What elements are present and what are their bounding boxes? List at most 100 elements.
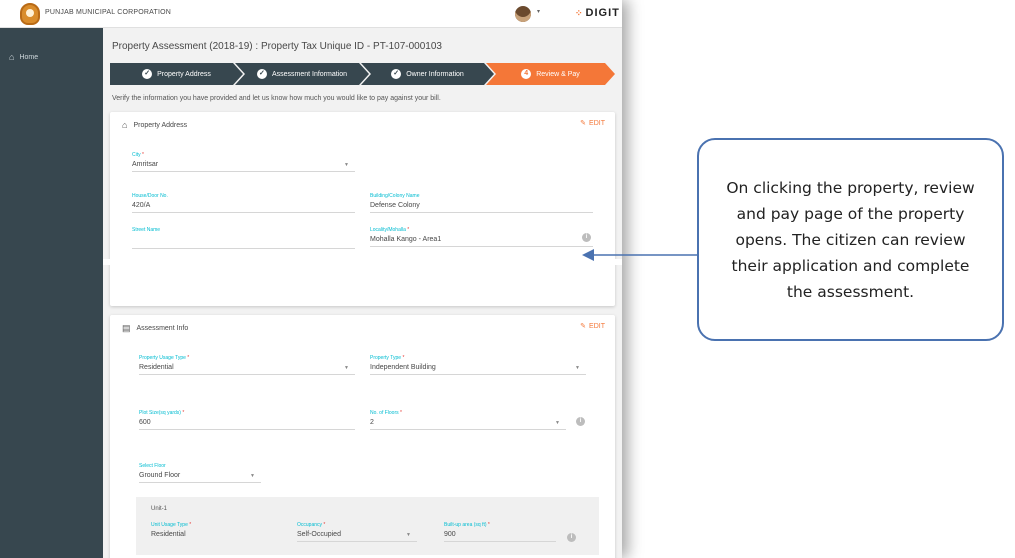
card-header: ⌂ Property Address: [122, 120, 187, 130]
emblem-logo: [20, 3, 40, 25]
label-text: Unit Usage Type: [151, 522, 188, 528]
value-text: Ground Floor: [139, 472, 181, 479]
digit-mark-icon: ⁘: [575, 8, 584, 18]
info-icon[interactable]: i: [576, 417, 585, 426]
user-avatar[interactable]: [515, 6, 531, 22]
edit-property-address-button[interactable]: ✎ EDIT: [580, 119, 605, 128]
field-value: Defense Colony: [370, 202, 593, 213]
field-label: Select Floor: [139, 463, 166, 469]
check-icon: ✓: [142, 69, 152, 79]
field-label: House/Door No.: [132, 193, 168, 199]
property-address-card: ⌂ Property Address ✎ EDIT City * Amritsa…: [110, 112, 615, 306]
field-value: 900: [444, 531, 556, 542]
card-title: Assessment Info: [136, 325, 189, 332]
field-label: Building/Colony Name: [370, 193, 420, 199]
unit-section: Unit-1 Unit Usage Type * Residential Occ…: [136, 497, 599, 555]
callout-box: On clicking the property, review and pay…: [697, 138, 1004, 341]
field-label: Street Name: [132, 227, 161, 233]
field-label: Property Usage Type *: [139, 355, 355, 361]
field-value: Residential ▼: [139, 364, 355, 375]
page-title: Property Assessment (2018-19) : Property…: [112, 41, 442, 52]
field-value: 600: [139, 419, 355, 430]
label-text: No. of Floors: [370, 410, 399, 416]
unit-usage-type-field[interactable]: Unit Usage Type * Residential: [151, 522, 276, 541]
occupancy-field[interactable]: Occupancy * Self-Occupied ▼: [297, 522, 417, 542]
sidebar-item-home[interactable]: ⌂ Home: [9, 52, 38, 62]
pencil-icon: ✎: [580, 323, 587, 330]
field-label: Occupancy *: [297, 522, 417, 528]
dropdown-caret-icon: ▼: [344, 365, 349, 371]
field-value: Mohalla Kango - Area1: [370, 236, 593, 247]
no-of-floors-field[interactable]: No. of Floors * 2 ▼: [370, 410, 566, 430]
step-review-pay[interactable]: 4 Review & Pay: [486, 63, 615, 85]
dropdown-caret-icon: ▼: [250, 473, 255, 479]
built-up-area-field[interactable]: Built-up area (sq ft) * 900: [444, 522, 556, 542]
field-value: Residential: [151, 531, 186, 538]
sidebar: ⌂ Home: [0, 28, 103, 558]
sidebar-item-label: Home: [19, 53, 39, 61]
progress-stepper: ✓ Property Address ✓ Assessment Informat…: [110, 63, 615, 85]
required-mark: *: [182, 410, 185, 416]
field-value: [132, 236, 355, 249]
check-icon: ✓: [257, 69, 267, 79]
required-mark: *: [187, 355, 190, 361]
dropdown-caret-icon: ▼: [344, 162, 349, 168]
main-content: Property Assessment (2018-19) : Property…: [103, 28, 622, 558]
card-header: ▤ Assessment Info: [122, 323, 188, 334]
edit-assessment-info-button[interactable]: ✎ EDIT: [580, 322, 605, 331]
label-text: Plot Size(sq yards): [139, 410, 181, 416]
step-label: Assessment Information: [271, 70, 348, 78]
label-text: Locality/Mohalla: [370, 227, 406, 233]
label-text: Property Type: [370, 355, 402, 361]
plot-size-field[interactable]: Plot Size(sq yards) * 600: [139, 410, 355, 430]
callout-arrow: [582, 249, 698, 261]
field-value: 420/A: [132, 202, 355, 213]
locality-field[interactable]: Locality/Mohalla * Mohalla Kango - Area1: [370, 227, 593, 247]
org-name: PUNJAB MUNICIPAL CORPORATION: [45, 9, 172, 16]
field-value: Independent Building ▼: [370, 364, 586, 375]
clipboard-icon: ▤: [122, 323, 131, 333]
field-value: Ground Floor ▼: [139, 472, 261, 483]
brand-name: DIGIT: [585, 7, 620, 19]
street-name-field[interactable]: Street Name: [132, 227, 355, 249]
label-text: Occupancy: [297, 522, 323, 528]
field-label: Property Type *: [370, 355, 586, 361]
value-text: Amritsar: [132, 161, 159, 168]
select-floor-field[interactable]: Select Floor Ground Floor ▼: [139, 463, 261, 483]
field-value: Amritsar ▼: [132, 161, 355, 172]
screenshot-splice: [103, 259, 622, 265]
building-name-field[interactable]: Building/Colony Name Defense Colony: [370, 193, 593, 213]
pencil-icon: ✎: [580, 120, 587, 127]
digit-logo: ⁘ DIGIT: [575, 7, 620, 19]
assessment-info-card: ▤ Assessment Info ✎ EDIT Property Usage …: [110, 315, 615, 558]
step-property-address[interactable]: ✓ Property Address: [110, 63, 243, 85]
home-icon: ⌂: [9, 52, 15, 62]
dropdown-caret-icon: ▼: [406, 532, 411, 538]
field-label: No. of Floors *: [370, 410, 566, 416]
info-icon[interactable]: i: [567, 533, 576, 542]
label-text: Built-up area (sq ft): [444, 522, 487, 528]
step-assessment-information[interactable]: ✓ Assessment Information: [235, 63, 369, 85]
callout-text: On clicking the property, review and pay…: [726, 178, 975, 301]
chevron-down-icon[interactable]: ▾: [537, 8, 540, 15]
card-title: Property Address: [133, 121, 188, 129]
top-bar: PUNJAB MUNICIPAL CORPORATION ▾ ⁘ DIGIT: [0, 0, 622, 28]
check-icon: ✓: [391, 69, 401, 79]
value-text: Self-Occupied: [297, 531, 341, 538]
step-owner-information[interactable]: ✓ Owner Information: [361, 63, 494, 85]
info-icon[interactable]: i: [582, 233, 591, 242]
field-label: City *: [132, 152, 355, 158]
edit-label: EDIT: [589, 322, 605, 330]
property-type-field[interactable]: Property Type * Independent Building ▼: [370, 355, 586, 375]
value-text: Residential: [139, 364, 174, 371]
property-usage-type-field[interactable]: Property Usage Type * Residential ▼: [139, 355, 355, 375]
field-label: Unit Usage Type *: [151, 522, 276, 528]
edit-label: EDIT: [589, 119, 605, 127]
step-label: Review & Pay: [536, 70, 580, 78]
door-no-field[interactable]: House/Door No. 420/A: [132, 193, 355, 213]
required-mark: *: [400, 410, 402, 416]
step-label: Owner Information: [406, 70, 464, 78]
city-field[interactable]: City * Amritsar ▼: [132, 152, 355, 172]
step-number-badge: 4: [521, 69, 531, 79]
value-text: 2: [370, 419, 374, 426]
